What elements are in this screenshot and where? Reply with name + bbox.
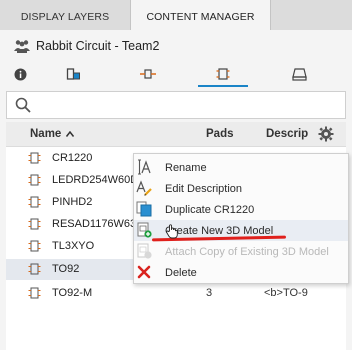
package-icon xyxy=(28,240,41,252)
menu-item-rename[interactable]: Rename xyxy=(134,157,348,178)
row-name: RESAD1176W63 xyxy=(52,218,137,230)
package-icon xyxy=(28,218,41,230)
package-icon xyxy=(28,287,41,299)
search-input[interactable] xyxy=(6,91,346,119)
package-icon xyxy=(28,196,41,208)
package-icon xyxy=(28,174,41,186)
package-icon xyxy=(216,68,230,80)
edit-description-icon xyxy=(136,180,152,196)
menu-item-label: Attach Copy of Existing 3D Model xyxy=(165,246,329,258)
package-icon xyxy=(28,263,41,275)
model-3d-icon xyxy=(291,67,307,81)
sort-ascending-icon xyxy=(65,130,74,137)
context-menu: Rename Edit Description Duplicate CR1220… xyxy=(133,153,349,284)
row-name: CR1220 xyxy=(52,152,93,164)
row-name: TO92 xyxy=(52,263,80,275)
info-button[interactable] xyxy=(9,64,31,84)
tab-bar: DISPLAY LAYERS CONTENT MANAGER xyxy=(0,0,352,30)
create-3d-model-icon xyxy=(137,222,152,238)
team-icon xyxy=(14,40,30,53)
toolbar xyxy=(0,64,352,87)
package-icon xyxy=(28,152,41,164)
menu-item-attach-3d-model[interactable]: Attach Copy of Existing 3D Model xyxy=(134,241,348,262)
row-name: PINHD2 xyxy=(52,196,93,208)
menu-item-duplicate[interactable]: Duplicate CR1220 xyxy=(134,199,348,220)
row-description: <b>TO-9 xyxy=(264,287,308,299)
menu-item-label: Rename xyxy=(165,162,207,174)
project-title: Rabbit Circuit - Team2 xyxy=(36,39,160,53)
model-3d-button[interactable] xyxy=(288,64,310,84)
footprint-icon xyxy=(140,69,156,79)
project-header: Rabbit Circuit - Team2 xyxy=(14,38,159,54)
row-name: LEDRD254W60D xyxy=(52,174,139,186)
attach-3d-model-icon xyxy=(137,243,152,259)
menu-item-edit-description[interactable]: Edit Description xyxy=(134,178,348,199)
info-icon xyxy=(14,68,26,80)
column-name-label: Name xyxy=(30,128,62,140)
column-header-name[interactable]: Name xyxy=(30,128,74,140)
table-row[interactable]: TO92-M 3 <b>TO-9 xyxy=(6,283,346,304)
gear-icon[interactable] xyxy=(318,126,334,142)
tab-content-manager[interactable]: CONTENT MANAGER xyxy=(131,0,270,30)
symbol-button[interactable] xyxy=(62,64,84,84)
menu-item-label: Delete xyxy=(165,267,197,279)
package-button[interactable] xyxy=(198,64,248,87)
search-icon xyxy=(15,97,31,113)
rename-icon xyxy=(138,159,151,175)
tab-display-layers[interactable]: DISPLAY LAYERS xyxy=(0,0,131,30)
row-name: TO92-M xyxy=(52,287,93,299)
tab-empty[interactable] xyxy=(270,0,352,30)
column-header-pads[interactable]: Pads xyxy=(206,128,234,140)
symbol-icon xyxy=(66,68,80,80)
table-header: Name Pads Descrip xyxy=(6,122,346,147)
row-pads: 3 xyxy=(206,287,213,299)
footprint-button[interactable] xyxy=(137,64,159,84)
menu-item-label: Edit Description xyxy=(165,183,243,195)
row-name: TL3XYO xyxy=(52,240,95,252)
menu-item-delete[interactable]: Delete xyxy=(134,262,348,283)
duplicate-icon xyxy=(136,201,152,217)
menu-item-label: Duplicate CR1220 xyxy=(165,204,255,216)
hand-cursor-icon xyxy=(166,224,178,239)
column-header-description[interactable]: Descrip xyxy=(266,128,308,140)
delete-icon xyxy=(137,265,151,279)
